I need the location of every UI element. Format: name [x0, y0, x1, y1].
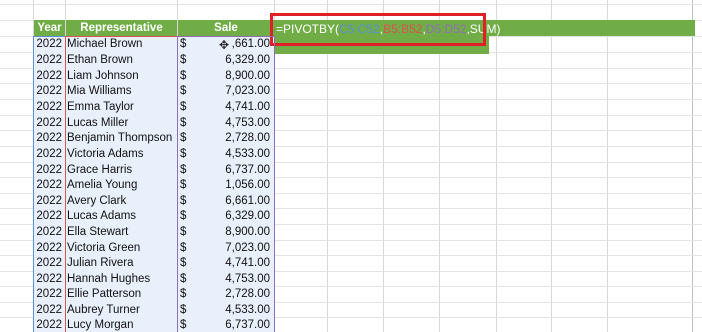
cell-year[interactable]: 2022: [34, 69, 64, 84]
highlight-box: [270, 13, 486, 46]
cell-sale[interactable]: 4,741.00: [192, 256, 272, 271]
cell-year[interactable]: 2022: [34, 116, 64, 131]
cell-representative[interactable]: Grace Harris: [66, 163, 176, 178]
cell-year[interactable]: 2022: [34, 318, 64, 332]
cell-representative[interactable]: Hannah Hughes: [66, 272, 176, 287]
cell-currency-symbol[interactable]: $: [180, 163, 192, 178]
cell-currency-symbol[interactable]: $: [180, 194, 192, 209]
cell-representative[interactable]: Victoria Adams: [66, 147, 176, 162]
cell-year[interactable]: 2022: [34, 287, 64, 302]
cell-representative[interactable]: Lucy Morgan: [66, 318, 176, 332]
gridline: [551, 0, 552, 332]
cell-sale[interactable]: 4,753.00: [192, 272, 272, 287]
cell-currency-symbol[interactable]: $: [180, 303, 192, 318]
cell-sale[interactable]: 4,753.00: [192, 116, 272, 131]
move-cursor-icon: ✥: [219, 38, 230, 52]
cell-year[interactable]: 2022: [34, 256, 64, 271]
cell-year[interactable]: 2022: [34, 209, 64, 224]
cell-currency-symbol[interactable]: $: [180, 225, 192, 240]
cell-sale[interactable]: 7,023.00: [192, 84, 272, 99]
cell-sale[interactable]: 6,737.00: [192, 318, 272, 332]
cell-representative[interactable]: Julian Rivera: [66, 256, 176, 271]
cell-representative[interactable]: Ethan Brown: [66, 53, 176, 68]
cell-sale[interactable]: 6,329.00: [192, 209, 272, 224]
cell-sale[interactable]: 4,533.00: [192, 147, 272, 162]
cell-currency-symbol[interactable]: $: [180, 272, 192, 287]
cell-representative[interactable]: Ella Stewart: [66, 225, 176, 240]
cell-representative[interactable]: Michael Brown: [66, 37, 176, 52]
cell-sale[interactable]: 8,900.00: [192, 69, 272, 84]
cell-year[interactable]: 2022: [34, 194, 64, 209]
cell-year[interactable]: 2022: [34, 178, 64, 193]
cell-year[interactable]: 2022: [34, 84, 64, 99]
cell-sale[interactable]: 4,533.00: [192, 303, 272, 318]
cell-representative[interactable]: Lucas Miller: [66, 116, 176, 131]
cell-representative[interactable]: Avery Clark: [66, 194, 176, 209]
cell-currency-symbol[interactable]: $: [180, 84, 192, 99]
spreadsheet-grid[interactable]: Year Representative Sale 2022 Michael Bro…: [0, 0, 702, 332]
header-representative[interactable]: Representative: [66, 20, 177, 36]
cell-sale[interactable]: 4,741.00: [192, 100, 272, 115]
cell-currency-symbol[interactable]: $: [180, 209, 192, 224]
cell-currency-symbol[interactable]: $: [180, 256, 192, 271]
cell-currency-symbol[interactable]: $: [180, 241, 192, 256]
cell-sale[interactable]: 2,728.00: [192, 131, 272, 146]
cell-year[interactable]: 2022: [34, 37, 64, 52]
cell-year[interactable]: 2022: [34, 163, 64, 178]
cell-year[interactable]: 2022: [34, 100, 64, 115]
cell-year[interactable]: 2022: [34, 225, 64, 240]
gridline: [607, 0, 608, 332]
cell-currency-symbol[interactable]: $: [180, 318, 192, 332]
cell-year[interactable]: 2022: [34, 131, 64, 146]
gridline: [692, 0, 693, 332]
cell-representative[interactable]: Lucas Adams: [66, 209, 176, 224]
cell-currency-symbol[interactable]: $: [180, 100, 192, 115]
cell-representative[interactable]: Aubrey Turner: [66, 303, 176, 318]
cell-sale[interactable]: 6,661.00: [192, 194, 272, 209]
cell-currency-symbol[interactable]: $: [180, 53, 192, 68]
cell-currency-symbol[interactable]: $: [180, 69, 192, 84]
cell-year[interactable]: 2022: [34, 241, 64, 256]
gridline: [0, 4, 702, 5]
header-sale[interactable]: Sale: [178, 20, 274, 36]
cell-sale[interactable]: 7,023.00: [192, 241, 272, 256]
cell-currency-symbol[interactable]: $: [180, 178, 192, 193]
cell-year[interactable]: 2022: [34, 53, 64, 68]
cell-currency-symbol[interactable]: $: [180, 116, 192, 131]
cell-sale[interactable]: 2,728.00: [192, 287, 272, 302]
cell-year[interactable]: 2022: [34, 272, 64, 287]
cell-sale[interactable]: 1,056.00: [192, 178, 272, 193]
cell-currency-symbol[interactable]: $: [180, 147, 192, 162]
cell-currency-symbol[interactable]: $: [180, 287, 192, 302]
cell-currency-symbol[interactable]: $: [180, 131, 192, 146]
header-year[interactable]: Year: [34, 20, 65, 36]
cell-representative[interactable]: Amelia Young: [66, 178, 176, 193]
cell-representative[interactable]: Victoria Green: [66, 241, 176, 256]
cell-representative[interactable]: Mia Williams: [66, 84, 176, 99]
cell-year[interactable]: 2022: [34, 147, 64, 162]
cell-sale[interactable]: ,661.00: [192, 37, 272, 52]
cell-sale[interactable]: 8,900.00: [192, 225, 272, 240]
cell-representative[interactable]: Ellie Patterson: [66, 287, 176, 302]
cell-representative[interactable]: Emma Taylor: [66, 100, 176, 115]
cell-representative[interactable]: Benjamin Thompson: [66, 131, 176, 146]
cell-sale[interactable]: 6,737.00: [192, 163, 272, 178]
cell-year[interactable]: 2022: [34, 303, 64, 318]
cell-sale[interactable]: 6,329.00: [192, 53, 272, 68]
cell-currency-symbol[interactable]: $: [180, 37, 192, 52]
gridline: [496, 0, 497, 332]
cell-representative[interactable]: Liam Johnson: [66, 69, 176, 84]
